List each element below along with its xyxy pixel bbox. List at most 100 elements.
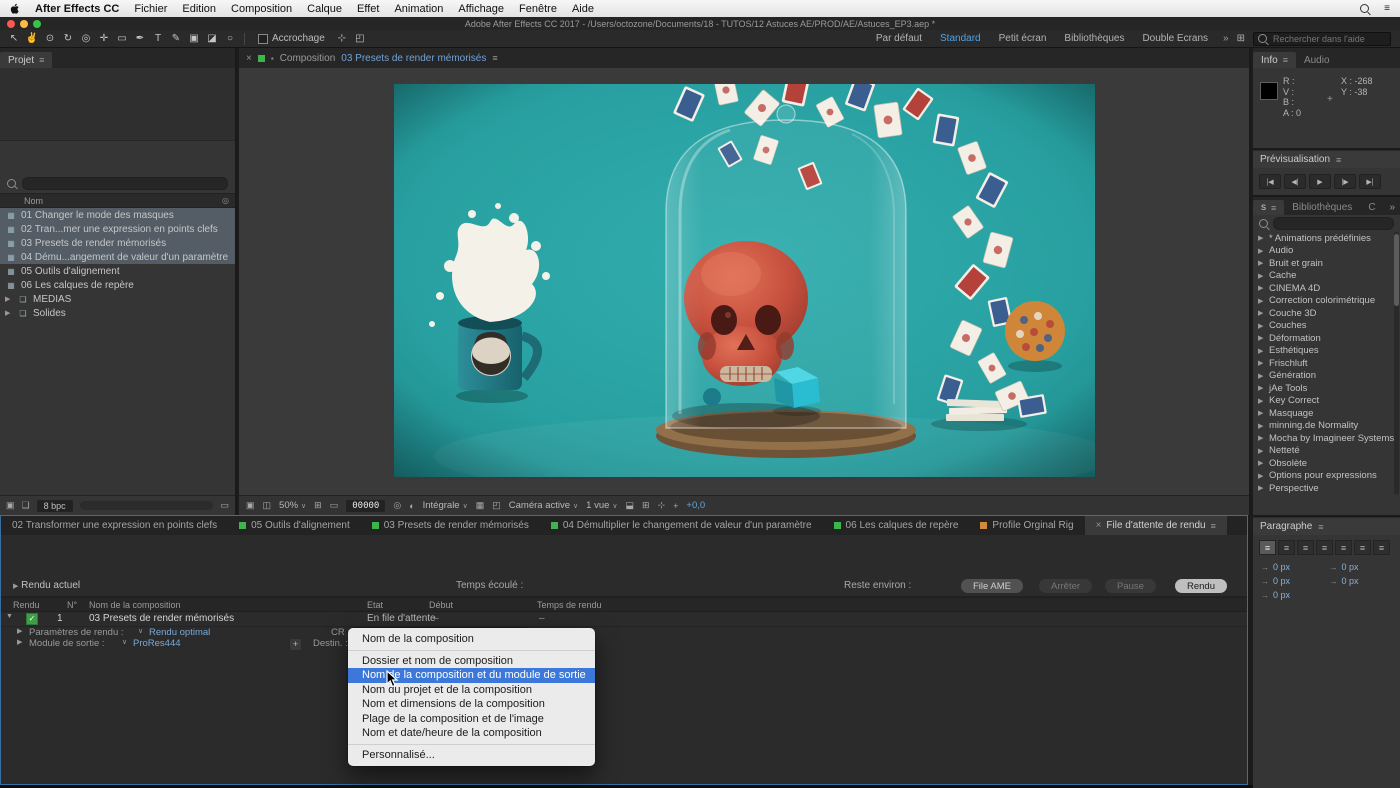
effects-category[interactable]: ▶Frischluft — [1253, 357, 1400, 370]
disclosure-icon[interactable]: ▶ — [1258, 372, 1265, 380]
pan-behind-tool-icon[interactable]: ✛ — [95, 33, 113, 44]
close-window-button[interactable] — [7, 20, 15, 28]
indent-right-value[interactable]: 0 px — [1342, 562, 1359, 572]
disclosure-icon[interactable]: ▶ — [13, 583, 18, 590]
clone-stamp-tool-icon[interactable]: ▣ — [185, 33, 203, 44]
timeline-tab[interactable]: 03 Presets de render mémorisés — [361, 516, 540, 535]
menubar-item-animation[interactable]: Animation — [394, 3, 443, 15]
menubar-item-affichage[interactable]: Affichage — [458, 3, 504, 15]
pause-button[interactable]: Pause — [1105, 579, 1156, 593]
mask-visibility-icon[interactable]: ◰ — [492, 500, 501, 511]
workspace-grid-icon[interactable]: ⊞ — [1237, 33, 1245, 44]
column-nom-label[interactable]: Nom — [24, 196, 43, 206]
justify-last-right-button[interactable]: ≡ — [1354, 540, 1371, 555]
align-center-button[interactable]: ≡ — [1278, 540, 1295, 555]
menubar-item-composition[interactable]: Composition — [231, 3, 292, 15]
disclosure-icon[interactable]: ▶ — [1258, 359, 1265, 367]
tab-effets[interactable]: s ≡ — [1253, 200, 1284, 215]
disclosure-icon[interactable]: ▶ — [1258, 247, 1265, 255]
disclosure-icon[interactable]: ▶ — [1258, 459, 1265, 467]
menu-item[interactable]: Dossier et nom de composition — [348, 654, 595, 669]
disclosure-icon[interactable]: ▶ — [1258, 259, 1265, 267]
disclosure-icon[interactable]: ▶ — [1258, 234, 1265, 242]
item-disclosure-icon[interactable]: ▼ — [6, 613, 13, 620]
menubar-app-name[interactable]: After Effects CC — [35, 3, 119, 15]
project-search-input[interactable] — [27, 175, 223, 192]
first-line-indent-value[interactable]: 0 px — [1273, 590, 1290, 600]
workspace-par-defaut[interactable]: Par défaut — [876, 33, 922, 44]
disclosure-icon[interactable]: ▶ — [17, 627, 22, 635]
project-item[interactable]: ▦ 01 Changer le mode des masques — [0, 208, 235, 222]
tab-bibliotheques[interactable]: Bibliothèques — [1284, 200, 1360, 215]
menubar-item-aide[interactable]: Aide — [572, 3, 594, 15]
menu-item[interactable]: Nom de la composition — [348, 632, 595, 647]
last-frame-button[interactable]: ▶| — [1359, 174, 1381, 189]
disclosure-icon[interactable]: ▶ — [1258, 472, 1265, 480]
monitor-icon[interactable]: ▣ — [246, 500, 255, 511]
timeline-tab[interactable]: 04 Démultiplier le changement de valeur … — [540, 516, 823, 535]
effects-category[interactable]: ▶Key Correct — [1253, 395, 1400, 408]
panel-menu-icon[interactable]: ≡ — [1211, 521, 1216, 531]
project-item[interactable]: ▦ 03 Presets de render mémorisés — [0, 236, 235, 250]
effects-search-field[interactable] — [1273, 217, 1394, 230]
chevron-down-icon[interactable]: ∨ — [138, 627, 143, 635]
panel-menu-icon[interactable]: ≡ — [1318, 522, 1323, 532]
selection-tool-icon[interactable]: ↖ — [5, 33, 23, 44]
space-before-value[interactable]: 0 px — [1273, 576, 1290, 586]
camera-tool-icon[interactable]: ◎ — [77, 33, 95, 44]
disclosure-icon[interactable]: ▶ — [5, 295, 13, 303]
first-line-indent-field[interactable]: →0 px — [1261, 590, 1324, 600]
fast-previews-icon[interactable]: ⊞ — [642, 500, 650, 511]
column-start[interactable]: Début — [429, 600, 453, 610]
effects-category[interactable]: ▶Déformation — [1253, 332, 1400, 345]
chevron-down-icon[interactable]: ∨ — [122, 638, 127, 646]
disclosure-icon[interactable]: ▶ — [17, 638, 22, 646]
workspace-bibliotheques[interactable]: Bibliothèques — [1064, 33, 1124, 44]
resolution-dropdown[interactable]: Intégrale ∨ — [423, 500, 468, 511]
disclosure-icon[interactable]: ▶ — [5, 309, 13, 317]
project-item[interactable]: ▦ 06 Les calques de repère — [0, 278, 235, 292]
disclosure-icon[interactable]: ▶ — [1258, 447, 1265, 455]
project-item[interactable]: ▦ 02 Tran...mer une expression en points… — [0, 222, 235, 236]
effects-category[interactable]: ▶CINEMA 4D — [1253, 282, 1400, 295]
trash-icon[interactable]: ▭ — [220, 500, 229, 511]
disclosure-icon[interactable]: ▶ — [1258, 384, 1265, 392]
menu-item[interactable]: Nom et dimensions de la composition — [348, 697, 595, 712]
disclosure-icon[interactable]: ▶ — [1258, 334, 1265, 342]
space-before-field[interactable]: →0 px — [1261, 576, 1324, 586]
justify-last-center-button[interactable]: ≡ — [1335, 540, 1352, 555]
render-button[interactable]: Rendu — [1175, 579, 1227, 593]
grid-guides-icon[interactable]: ⊞ — [314, 500, 322, 511]
disclosure-icon[interactable]: ▶ — [1258, 409, 1265, 417]
exposure-value[interactable]: +0,0 — [686, 500, 705, 511]
disclosure-icon[interactable]: ▶ — [1258, 422, 1265, 430]
justify-all-button[interactable]: ≡ — [1373, 540, 1390, 555]
panel-menu-icon[interactable]: ≡ — [1336, 155, 1341, 165]
justify-last-left-button[interactable]: ≡ — [1316, 540, 1333, 555]
current-render-disclosure[interactable]: ▶ Rendu actuel — [13, 580, 80, 591]
next-frame-button[interactable]: |▶ — [1334, 174, 1356, 189]
menubar-item-effet[interactable]: Effet — [357, 3, 379, 15]
align-left-button[interactable]: ≡ — [1259, 540, 1276, 555]
menubar-item-calque[interactable]: Calque — [307, 3, 342, 15]
effects-category[interactable]: ▶Génération — [1253, 370, 1400, 383]
stop-button[interactable]: Arrêter — [1039, 579, 1092, 593]
help-search-input[interactable] — [1271, 33, 1386, 45]
effects-category[interactable]: ▶Perspective — [1253, 482, 1400, 495]
add-output-module-button[interactable]: + — [289, 638, 302, 651]
paragraph-panel-header[interactable]: Paragraphe ≡ — [1253, 517, 1400, 535]
project-item[interactable]: ▦ 05 Outils d'alignement — [0, 264, 235, 278]
label-column-icon[interactable]: ◎ — [222, 196, 229, 205]
flowchart-icon[interactable]: + — [673, 501, 678, 511]
effects-category[interactable]: ▶Correction colorimétrique — [1253, 295, 1400, 308]
close-tab-icon[interactable]: × — [246, 53, 252, 64]
panel-menu-icon[interactable]: ≡ — [39, 55, 44, 65]
workspace-overflow-icon[interactable]: » — [1223, 33, 1229, 44]
transparency-grid-icon[interactable]: ▦ — [476, 500, 485, 511]
align-right-button[interactable]: ≡ — [1297, 540, 1314, 555]
shape-tool-icon[interactable]: ▭ — [113, 33, 131, 44]
snap-checkbox[interactable] — [258, 34, 268, 44]
menubar-item-fenetre[interactable]: Fenêtre — [519, 3, 557, 15]
lock-icon[interactable]: ▪ — [271, 54, 274, 63]
column-render[interactable]: Rendu — [13, 600, 40, 610]
